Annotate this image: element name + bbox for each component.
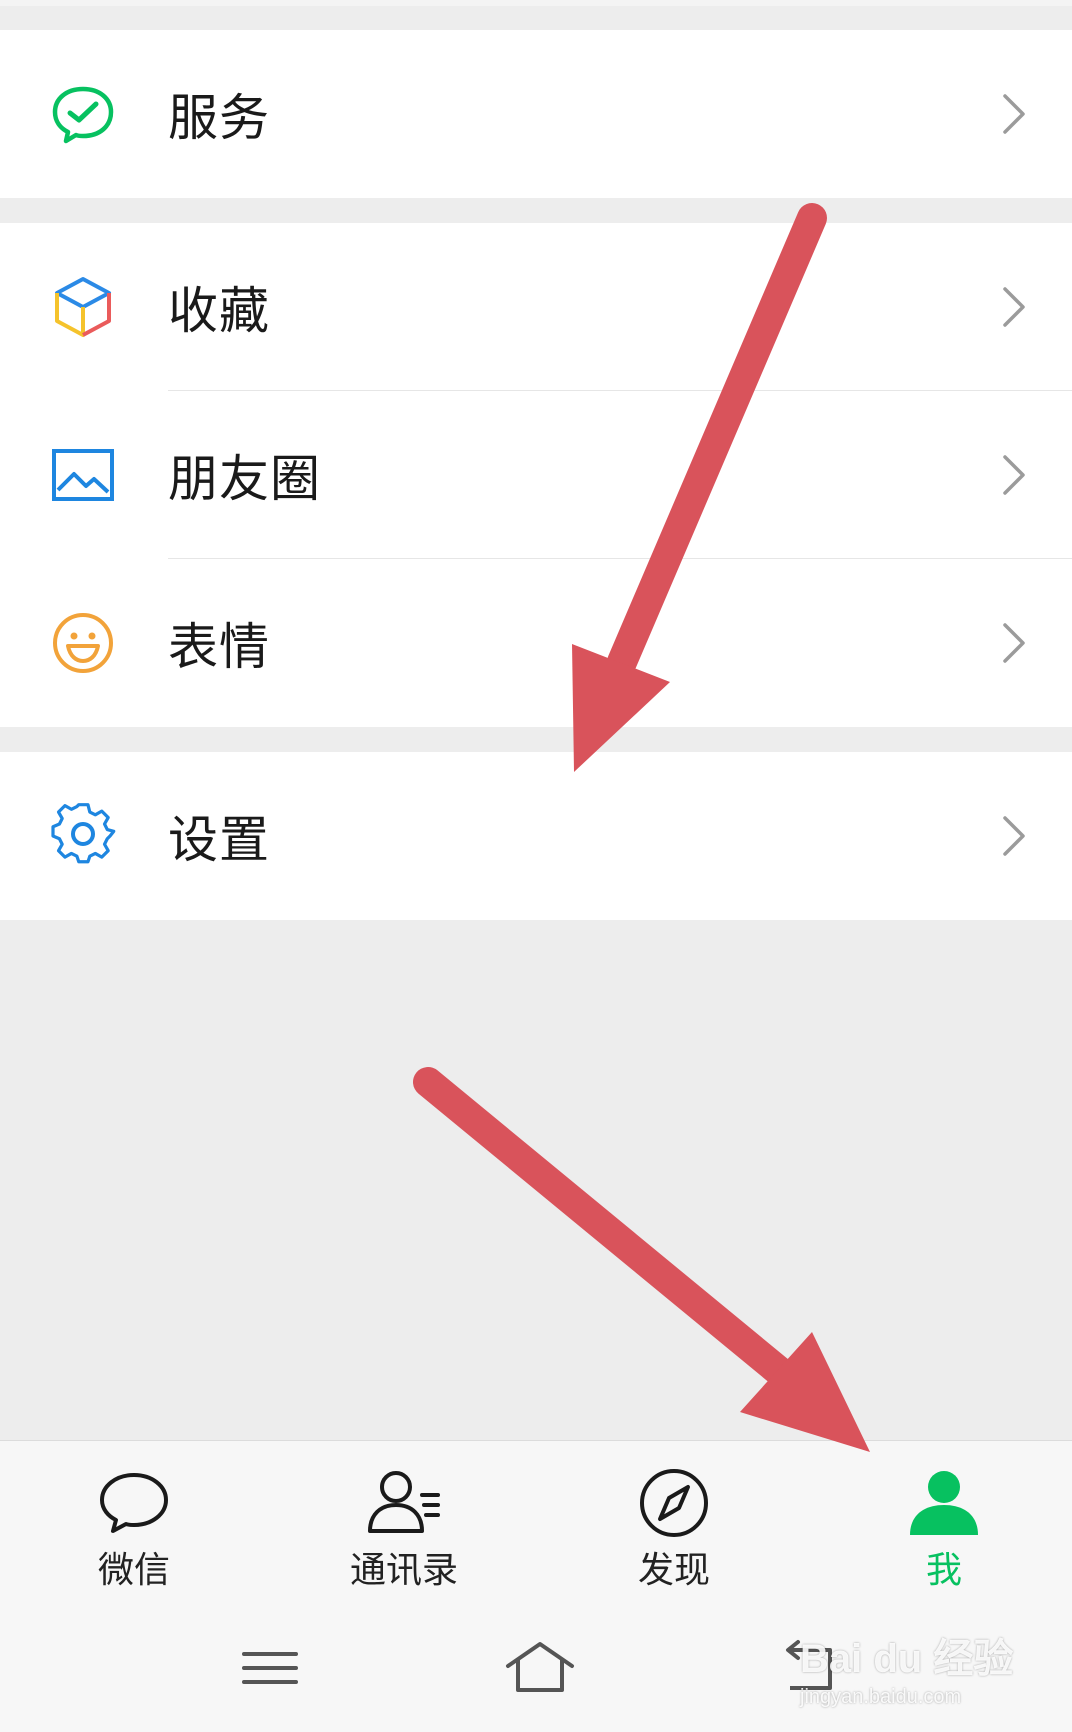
menu-label-services: 服务: [168, 89, 270, 147]
menu-item-settings[interactable]: 设置: [0, 752, 1072, 920]
watermark-url: jingyan.baidu.com: [800, 1686, 962, 1708]
tab-me[interactable]: 我: [844, 1441, 1044, 1609]
compass-icon: [640, 1469, 708, 1537]
gear-icon: [51, 803, 116, 864]
menu-item-favorites[interactable]: 收藏: [0, 223, 1072, 391]
watermark-brand: Bai du 经验: [800, 1637, 1014, 1681]
person-icon: [910, 1471, 978, 1535]
cube-icon: [55, 277, 111, 337]
menu-label-settings: 设置: [168, 811, 270, 869]
wechat-pay-icon: [52, 86, 114, 144]
annotation-arrow-me-tab: [413, 1067, 870, 1452]
group-content: 收藏 朋友圈 表情: [0, 223, 1072, 727]
image-icon: [52, 449, 114, 501]
watermark: Bai du 经验 jingyan.baidu.com: [800, 1626, 1030, 1722]
bottom-tab-bar: 微信 通讯录 发现 我: [0, 1440, 1072, 1608]
chevron-right-icon: [1003, 816, 1025, 856]
tab-chats[interactable]: 微信: [34, 1441, 234, 1609]
menu-label-moments: 朋友圈: [168, 450, 321, 508]
menu-item-moments[interactable]: 朋友圈: [0, 391, 1072, 559]
chevron-right-icon: [1003, 94, 1025, 134]
home-icon[interactable]: [500, 1632, 580, 1704]
menu-item-stickers[interactable]: 表情: [0, 559, 1072, 727]
group-settings: 设置: [0, 752, 1072, 920]
tab-label-discover: 发现: [637, 1550, 710, 1591]
menu-item-services[interactable]: 服务: [0, 30, 1072, 198]
group-services: 服务: [0, 30, 1072, 198]
tab-label-contacts: 通讯录: [349, 1550, 458, 1591]
chevron-right-icon: [1003, 623, 1025, 663]
tab-label-me: 我: [925, 1550, 962, 1591]
contacts-icon: [368, 1471, 440, 1533]
menu-label-favorites: 收藏: [168, 282, 270, 340]
chevron-right-icon: [1003, 455, 1025, 495]
top-strip: [0, 0, 1072, 6]
tab-label-chats: 微信: [97, 1550, 170, 1591]
chevron-right-icon: [1003, 287, 1025, 327]
menu-label-stickers: 表情: [168, 618, 270, 676]
smiley-icon: [53, 613, 113, 673]
menu-icon[interactable]: [230, 1632, 310, 1704]
tab-discover[interactable]: 发现: [574, 1441, 774, 1609]
tab-contacts[interactable]: 通讯录: [304, 1441, 504, 1609]
chat-bubble-icon: [100, 1473, 168, 1533]
